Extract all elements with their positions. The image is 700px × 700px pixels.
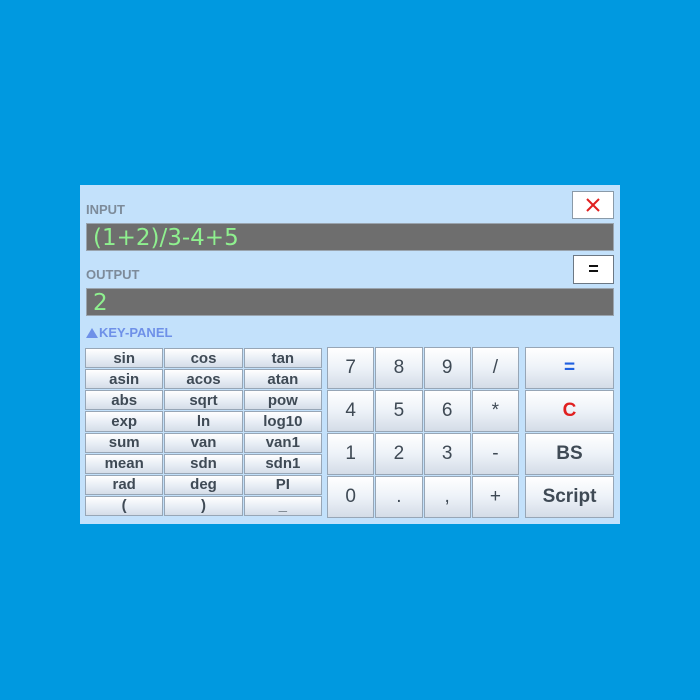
key-6[interactable]: 6	[423, 390, 471, 432]
key-divide[interactable]: /	[471, 347, 519, 389]
key-7[interactable]: 7	[327, 347, 375, 389]
key-2[interactable]: 2	[375, 433, 423, 475]
backspace-button[interactable]: BS	[525, 433, 614, 475]
key-comma[interactable]: ,	[423, 476, 471, 518]
key-asin[interactable]: asin	[85, 369, 164, 390]
close-button[interactable]	[572, 191, 614, 219]
key-sum[interactable]: sum	[85, 432, 164, 453]
key-tan[interactable]: tan	[243, 348, 322, 369]
key-abs[interactable]: abs	[85, 390, 164, 411]
key-3[interactable]: 3	[423, 433, 471, 475]
number-keypad: 7 8 9 / 4 5 6 * 1 2 3 - 0 . , +	[327, 347, 519, 518]
key-open-paren[interactable]: (	[85, 495, 164, 516]
key-van1[interactable]: van1	[243, 432, 322, 453]
key-4[interactable]: 4	[327, 390, 375, 432]
calculator-window: INPUT (1+2)/3-4+5 OUTPUT = 2 KEY-PANEL s…	[80, 185, 620, 524]
key-underscore[interactable]: _	[243, 495, 322, 516]
output-field: 2	[86, 288, 614, 316]
key-panel-label: KEY-PANEL	[99, 325, 173, 340]
key-mean[interactable]: mean	[85, 453, 164, 474]
key-0[interactable]: 0	[327, 476, 375, 518]
clear-button[interactable]: C	[525, 390, 614, 432]
key-1[interactable]: 1	[327, 433, 375, 475]
key-deg[interactable]: deg	[164, 474, 243, 495]
key-ln[interactable]: ln	[164, 411, 243, 432]
equals-button[interactable]: =	[525, 347, 614, 389]
key-exp[interactable]: exp	[85, 411, 164, 432]
script-button[interactable]: Script	[525, 476, 614, 518]
evaluate-button[interactable]: =	[573, 255, 614, 284]
key-panel-toggle[interactable]: KEY-PANEL	[86, 325, 172, 340]
close-icon	[586, 198, 600, 212]
key-log10[interactable]: log10	[243, 411, 322, 432]
key-minus[interactable]: -	[471, 433, 519, 475]
key-sin[interactable]: sin	[85, 348, 164, 369]
action-keypad: = C BS Script	[525, 347, 614, 518]
key-van[interactable]: van	[164, 432, 243, 453]
key-atan[interactable]: atan	[243, 369, 322, 390]
key-sdn1[interactable]: sdn1	[243, 453, 322, 474]
key-9[interactable]: 9	[423, 347, 471, 389]
key-plus[interactable]: +	[471, 476, 519, 518]
function-keypad: sin cos tan asin acos atan abs sqrt pow …	[85, 348, 322, 516]
key-multiply[interactable]: *	[471, 390, 519, 432]
key-sdn[interactable]: sdn	[164, 453, 243, 474]
triangle-up-icon	[86, 327, 98, 338]
key-pow[interactable]: pow	[243, 390, 322, 411]
key-sqrt[interactable]: sqrt	[164, 390, 243, 411]
key-close-paren[interactable]: )	[164, 495, 243, 516]
input-field[interactable]: (1+2)/3-4+5	[86, 223, 614, 251]
output-label: OUTPUT	[86, 267, 140, 282]
key-acos[interactable]: acos	[164, 369, 243, 390]
key-pi[interactable]: PI	[243, 474, 322, 495]
key-cos[interactable]: cos	[164, 348, 243, 369]
key-8[interactable]: 8	[375, 347, 423, 389]
input-label: INPUT	[86, 202, 125, 217]
key-5[interactable]: 5	[375, 390, 423, 432]
key-rad[interactable]: rad	[85, 474, 164, 495]
key-decimal[interactable]: .	[375, 476, 423, 518]
